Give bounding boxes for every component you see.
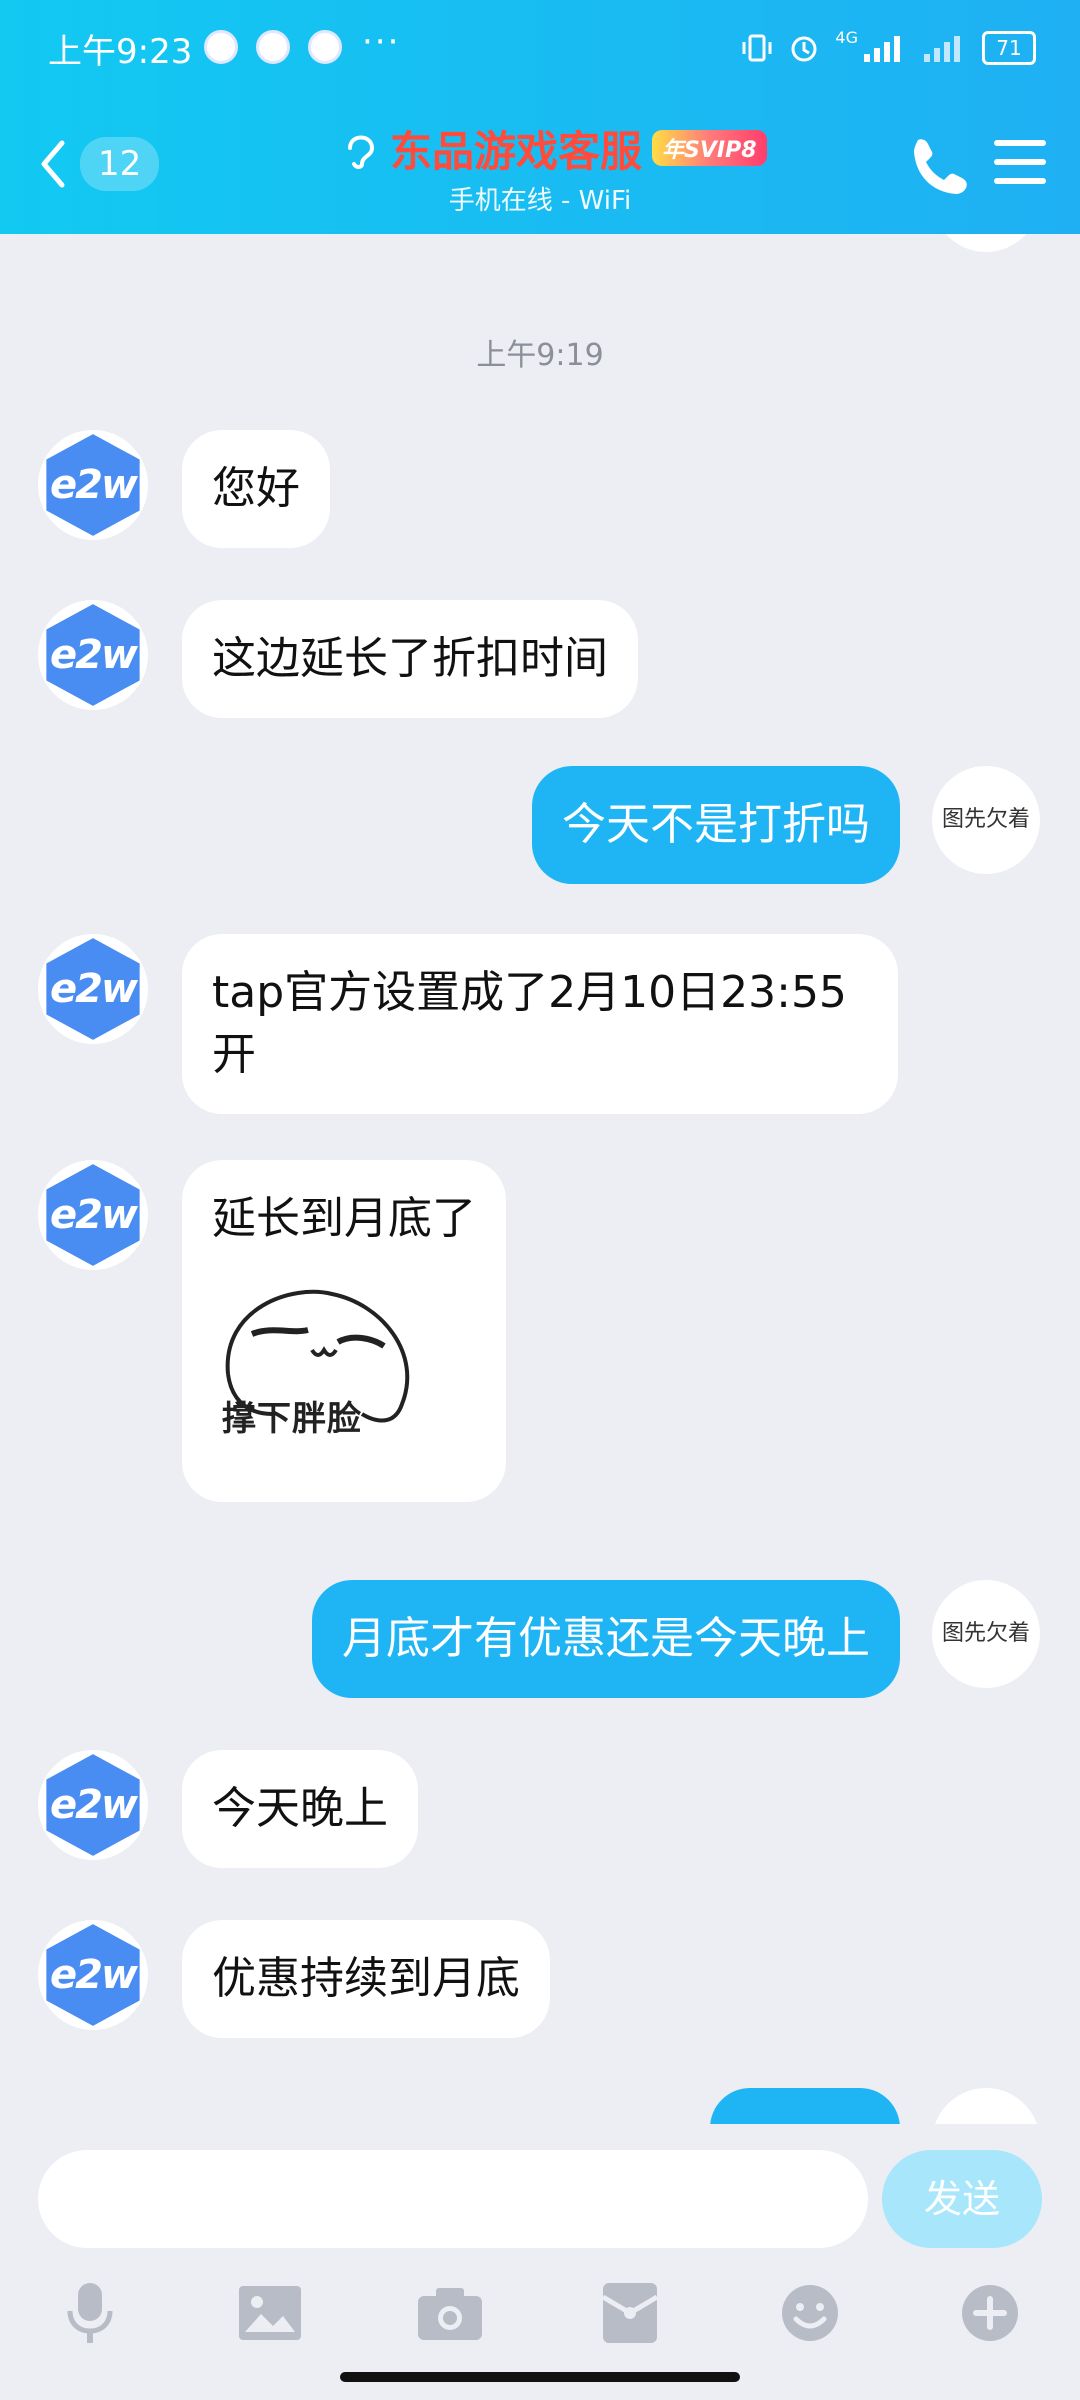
avatar-label: e2w — [50, 1782, 138, 1828]
red-packet-icon[interactable] — [594, 2277, 666, 2349]
message-text: 延长到月底了 — [212, 1193, 476, 1244]
battery-icon: 71 — [982, 31, 1036, 65]
menu-line — [994, 140, 1046, 146]
message-bubble[interactable]: 您好 — [182, 430, 330, 548]
home-indicator[interactable] — [340, 2372, 740, 2382]
message-timestamp: 上午9:19 — [476, 338, 604, 373]
vibrate-icon — [742, 34, 772, 62]
message-row-partial — [0, 2088, 1080, 2124]
emoji-icon[interactable] — [774, 2277, 846, 2349]
phone-call-icon[interactable] — [904, 130, 968, 194]
message-text: 这边延长了折扣时间 — [212, 633, 608, 684]
input-bar: 发送 — [0, 2124, 1080, 2400]
message-row: e2w tap官方设置成了2月10日23:55开 — [0, 934, 1080, 1114]
avatar-label: e2w — [50, 966, 138, 1012]
earpiece-icon — [348, 135, 375, 169]
send-button[interactable]: 发送 — [882, 2150, 1042, 2248]
message-bubble[interactable]: 月底才有优惠还是今天晚上 — [312, 1580, 900, 1698]
image-icon[interactable] — [234, 2277, 306, 2349]
chat-header: 上午9:23 ··· 4G 71 12 东品游戏客服 年SVIP8 手机在线 -… — [0, 0, 1080, 234]
svip-badge: 年SVIP8 — [652, 130, 767, 166]
right-avatar[interactable]: 图先欠着 — [932, 1580, 1040, 1688]
plus-icon[interactable] — [954, 2277, 1026, 2349]
message-text: tap官方设置成了2月10日23:55开 — [212, 967, 847, 1080]
message-list[interactable]: 上午9:19 e2w 您好 e2w 这边延长了折扣时间 今天不是打折吗 图先欠着… — [0, 234, 1080, 2124]
message-text: 今天晚上 — [212, 1783, 388, 1834]
camera-icon[interactable] — [414, 2277, 486, 2349]
message-row: 月底才有优惠还是今天晚上 图先欠着 — [0, 1580, 1080, 1700]
avatar-label: 图先欠着 — [941, 807, 1030, 832]
avatar-label: 图先欠着 — [941, 1621, 1030, 1646]
status-bar: 上午9:23 ··· 4G 71 — [0, 0, 1080, 96]
message-row: e2w 今天晚上 — [0, 1750, 1080, 1870]
avatar-label: e2w — [50, 1952, 138, 1998]
message-bubble[interactable]: 今天不是打折吗 — [532, 766, 900, 884]
message-bubble[interactable]: 优惠持续到月底 — [182, 1920, 550, 2038]
message-bubble[interactable]: 这边延长了折扣时间 — [182, 600, 638, 718]
message-bubble[interactable]: 今天晚上 — [182, 1750, 418, 1868]
notification-app-icon — [204, 30, 238, 64]
sticker-caption: 撑下胖脸 — [222, 1399, 362, 1439]
notification-app-icon — [308, 30, 342, 64]
right-avatar[interactable] — [932, 2088, 1040, 2124]
message-row: e2w 延长到月底了 撑下胖脸 — [0, 1160, 1080, 1524]
alarm-icon — [791, 36, 817, 62]
message-bubble[interactable]: 延长到月底了 撑下胖脸 — [182, 1160, 506, 1502]
message-row: e2w 您好 — [0, 430, 1080, 550]
chat-title-group[interactable]: 东品游戏客服 年SVIP8 — [340, 116, 840, 180]
message-row: e2w 优惠持续到月底 — [0, 1920, 1080, 2040]
message-text: 月底才有优惠还是今天晚上 — [342, 1613, 870, 1664]
sticker-image[interactable]: 撑下胖脸 — [212, 1264, 418, 1474]
menu-line — [994, 159, 1046, 165]
message-row: e2w 这边延长了折扣时间 — [0, 600, 1080, 720]
avatar-label: e2w — [50, 462, 138, 508]
signal-icon — [864, 36, 900, 62]
contact-avatar[interactable]: e2w — [38, 934, 148, 1044]
signal-icon — [924, 36, 960, 62]
status-time: 上午9:23 — [48, 32, 193, 72]
nav-bar: 12 东品游戏客服 年SVIP8 手机在线 - WiFi — [0, 96, 1080, 234]
menu-line — [994, 178, 1046, 184]
chat-title: 东品游戏客服 — [390, 126, 643, 176]
notification-app-icon — [256, 30, 290, 64]
status-right: 4G 71 — [741, 24, 1036, 72]
contact-avatar[interactable]: e2w — [38, 1160, 148, 1270]
message-text: 今天不是打折吗 — [562, 799, 870, 850]
message-input[interactable] — [38, 2150, 868, 2248]
contact-avatar[interactable]: e2w — [38, 1920, 148, 2030]
message-row-partial — [0, 234, 1080, 254]
right-avatar[interactable] — [932, 234, 1040, 252]
message-text: 优惠持续到月底 — [212, 1953, 520, 2004]
more-notifications-icon: ··· — [362, 22, 401, 62]
avatar-label: e2w — [50, 632, 138, 678]
right-avatar[interactable]: 图先欠着 — [932, 766, 1040, 874]
message-text: 您好 — [212, 463, 300, 514]
contact-avatar[interactable]: e2w — [38, 430, 148, 540]
menu-button[interactable] — [994, 140, 1046, 184]
contact-avatar[interactable]: e2w — [38, 1750, 148, 1860]
message-bubble[interactable]: tap官方设置成了2月10日23:55开 — [182, 934, 898, 1114]
microphone-icon[interactable] — [54, 2277, 126, 2349]
input-toolbar — [0, 2268, 1080, 2358]
network-type: 4G — [835, 27, 858, 47]
message-row: 今天不是打折吗 图先欠着 — [0, 766, 1080, 886]
contact-avatar[interactable]: e2w — [38, 600, 148, 710]
message-bubble[interactable] — [710, 2088, 900, 2124]
avatar-label: e2w — [50, 1192, 138, 1238]
